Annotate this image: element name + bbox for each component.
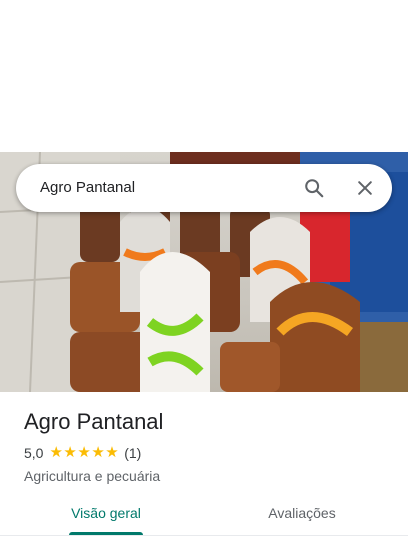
- review-count[interactable]: (1): [124, 445, 141, 461]
- star-icon: ★: [63, 444, 77, 461]
- close-icon: [358, 181, 372, 195]
- place-info: Agro Pantanal 5,0 ★ ★ ★ ★ ★ (1) Agricult…: [24, 408, 384, 486]
- place-category[interactable]: Agricultura e pecuária: [24, 466, 384, 486]
- rating-row[interactable]: 5,0 ★ ★ ★ ★ ★ (1): [24, 444, 384, 462]
- place-title: Agro Pantanal: [24, 409, 164, 434]
- map-area: [0, 0, 408, 152]
- tabs-divider: [0, 535, 408, 536]
- clear-search-button[interactable]: [349, 172, 381, 204]
- search-bar[interactable]: Agro Pantanal: [16, 164, 392, 212]
- star-icon: ★: [105, 444, 119, 461]
- star-icon: ★: [77, 444, 91, 461]
- star-icon: ★: [91, 444, 105, 461]
- star-rating: ★ ★ ★ ★ ★: [49, 444, 119, 462]
- search-input[interactable]: Agro Pantanal: [40, 164, 135, 212]
- tab-overview[interactable]: Visão geral: [36, 496, 176, 536]
- place-tabs: Visão geral Avaliações: [0, 496, 408, 536]
- rating-value: 5,0: [24, 445, 44, 461]
- tab-reviews[interactable]: Avaliações: [232, 496, 372, 536]
- star-icon: ★: [49, 444, 63, 461]
- search-icon: [305, 179, 324, 198]
- search-button[interactable]: [298, 172, 330, 204]
